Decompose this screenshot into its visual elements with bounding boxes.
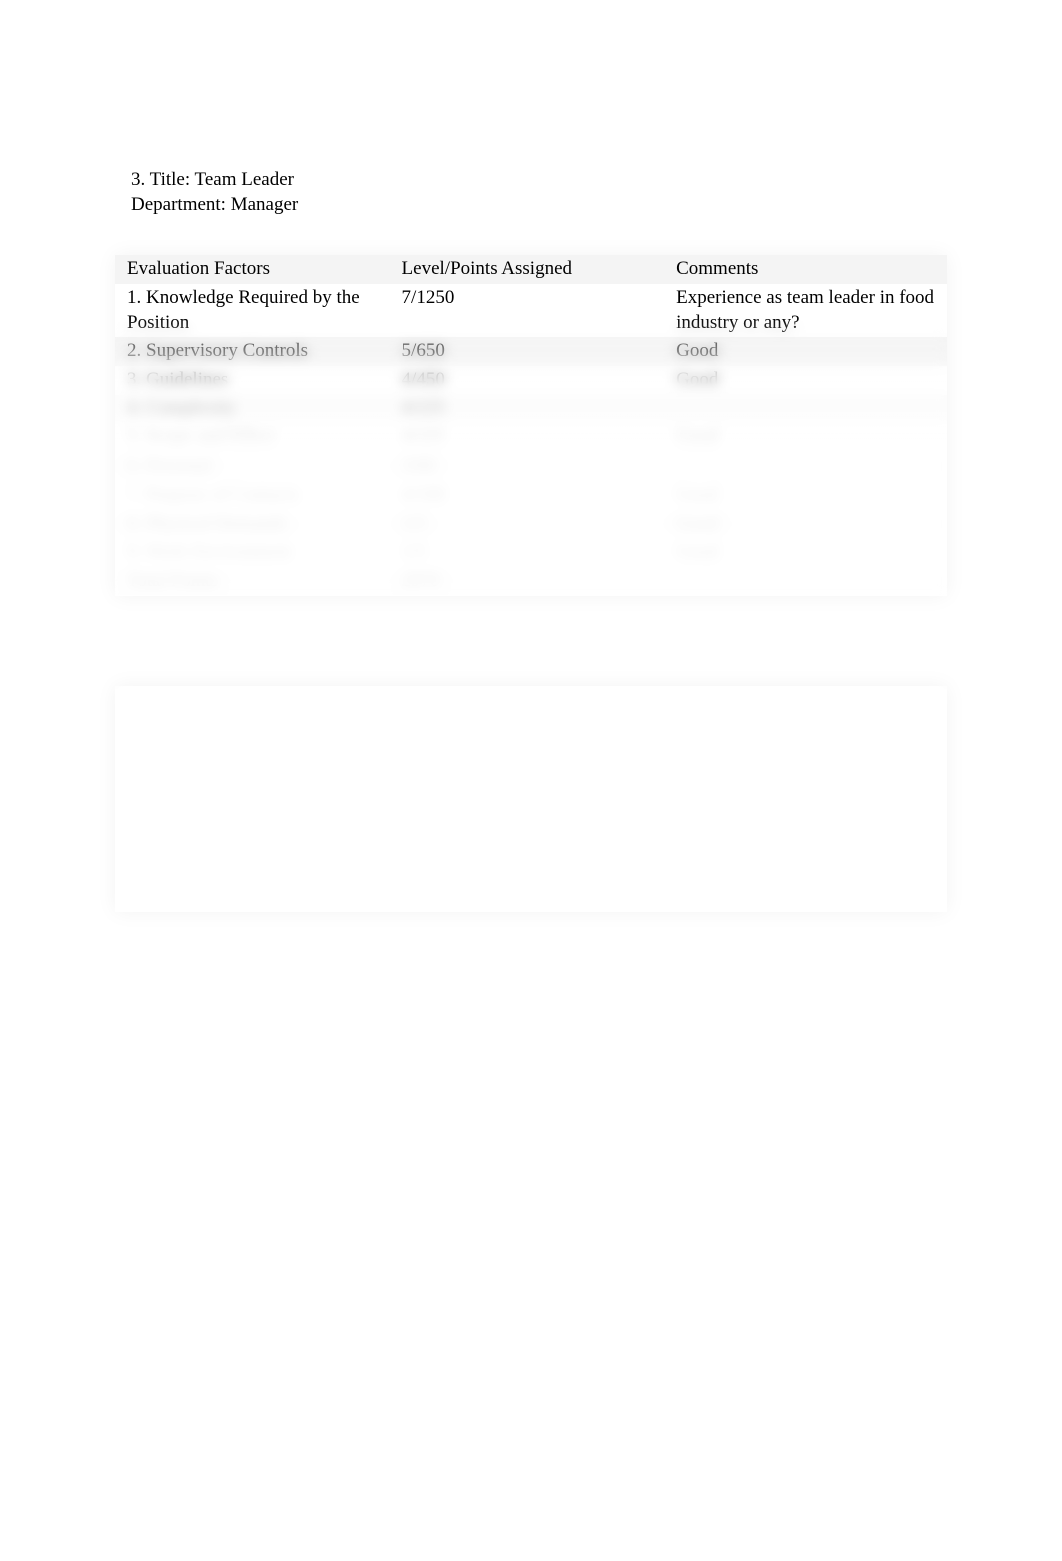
factor-cell: 5. Scope and Effect — [115, 424, 390, 453]
factor-cell: Total Points — [115, 567, 390, 596]
factor-cell: 7. Purpose of Contacts — [115, 481, 390, 510]
table-row: Total Points 2970 — [115, 567, 947, 596]
cell — [390, 690, 665, 726]
table-row: 1. Knowledge Required by the Position 7/… — [115, 284, 947, 337]
department-line: Department: Manager — [131, 193, 947, 218]
comment-cell: Good — [664, 424, 947, 453]
table-row: 7. Purpose of Contacts 4/100 Good — [115, 481, 947, 510]
factor-cell: 1. Knowledge Required by the Position — [115, 284, 390, 337]
comment-cell: Good — [664, 510, 947, 539]
points-cell: 4/100 — [390, 481, 665, 510]
secondary-table-wrap — [115, 686, 947, 912]
factor-cell: 9. Work Environment — [115, 538, 390, 567]
cell — [115, 786, 390, 822]
comment-cell: Good — [664, 366, 947, 395]
position-header: 3. Title: Team Leader Department: Manage… — [115, 168, 947, 217]
cell — [664, 786, 947, 822]
evaluation-table: Evaluation Factors Level/Points Assigned… — [115, 255, 947, 595]
points-cell: 4/225 — [390, 395, 665, 424]
points-cell: 1/5 — [390, 510, 665, 539]
cell — [664, 730, 947, 782]
cell — [115, 842, 390, 912]
cell — [664, 842, 947, 912]
table-row: 3. Guidelines 4/450 Good — [115, 366, 947, 395]
evaluation-table-wrap: Evaluation Factors Level/Points Assigned… — [115, 255, 947, 595]
points-cell: 4/450 — [390, 366, 665, 395]
cell — [115, 690, 390, 726]
points-cell: 3/60 — [390, 452, 665, 481]
comment-cell: Experience as team leader in food indust… — [664, 284, 947, 337]
factor-cell: 3. Guidelines — [115, 366, 390, 395]
factor-cell: 8. Physical Demands — [115, 510, 390, 539]
cell — [390, 842, 665, 912]
secondary-table — [115, 686, 947, 912]
comment-cell: Good — [664, 538, 947, 567]
cell — [664, 690, 947, 726]
points-cell: 5/650 — [390, 337, 665, 366]
col-header-points: Level/Points Assigned — [390, 255, 665, 284]
factor-cell: 6. Personal — [115, 452, 390, 481]
comment-cell — [664, 395, 947, 424]
table-row: 2. Supervisory Controls 5/650 Good — [115, 337, 947, 366]
comment-cell — [664, 452, 947, 481]
table-row: 9. Work Environment 1/5 Good — [115, 538, 947, 567]
table-header-row: Evaluation Factors Level/Points Assigned… — [115, 255, 947, 284]
points-cell: 1/5 — [390, 538, 665, 567]
table-row: 4. Complexity 4/225 — [115, 395, 947, 424]
table-row — [115, 690, 947, 726]
comment-cell — [664, 567, 947, 596]
cell — [115, 730, 390, 782]
table-row — [115, 730, 947, 782]
comment-cell: Good — [664, 337, 947, 366]
title-line: 3. Title: Team Leader — [131, 168, 947, 193]
comment-cell: Good — [664, 481, 947, 510]
table-row: 5. Scope and Effect 4/225 Good — [115, 424, 947, 453]
table-row — [115, 842, 947, 912]
table-row: 6. Personal 3/60 — [115, 452, 947, 481]
table-row: 8. Physical Demands 1/5 Good — [115, 510, 947, 539]
col-header-comments: Comments — [664, 255, 947, 284]
points-cell: 2970 — [390, 567, 665, 596]
document-body: 3. Title: Team Leader Department: Manage… — [0, 0, 1062, 912]
table-row — [115, 786, 947, 822]
cell — [390, 730, 665, 782]
points-cell: 4/225 — [390, 424, 665, 453]
cell — [390, 786, 665, 822]
factor-cell: 2. Supervisory Controls — [115, 337, 390, 366]
factor-cell: 4. Complexity — [115, 395, 390, 424]
points-cell: 7/1250 — [390, 284, 665, 337]
col-header-factors: Evaluation Factors — [115, 255, 390, 284]
